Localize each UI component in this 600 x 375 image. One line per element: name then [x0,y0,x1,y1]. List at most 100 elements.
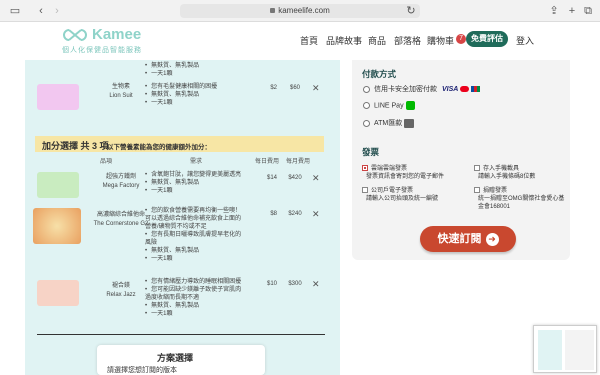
payment-title: 付款方式 [362,69,397,79]
lock-icon [270,8,276,14]
brand-logo[interactable]: Kamee 個人化保健品智能服務 [62,26,152,56]
plan-selection-card[interactable]: 方案選擇 請選擇您想訂閱的版本 [97,345,265,375]
col-header-monthly: 每月費用 [286,159,311,165]
quick-subscribe-button[interactable]: 快速訂閱 ➜ [420,226,516,252]
invoice-label: 存入手機載具 [483,166,520,172]
product-image [37,172,79,198]
need-item: 一天1顆 [145,70,245,78]
daily-price: $8 [270,211,277,217]
need-item: 一天1顆 [145,99,245,107]
monthly-price: $240 [288,211,302,217]
addon-subtitle: 以下營養素能為您的健康額外加分： [107,144,211,151]
url-text: kameelife.com [278,6,330,15]
nav-login[interactable]: 登入 [516,34,534,47]
mastercard-icon [460,85,470,92]
payment-option-credit-card[interactable]: 信用卡安全加密付款 VISA [363,84,481,94]
subscribe-label: 快速訂閱 [437,233,482,245]
radio-button[interactable] [363,85,370,93]
payment-option-atm[interactable]: ATM匯款 [363,118,415,128]
invoice-option-donate[interactable]: 捐贈發票 統一捐贈至OMG關懷社會愛心基金會168001 [474,187,566,211]
need-item: 您的飲食營養需要再均衡一些噢！可以透過綜合維他命補充飲食上面的營養/礦物質不均或… [145,207,243,231]
need-item: 一天1顆 [145,310,243,318]
radio-button[interactable] [363,102,370,109]
payment-label: ATM匯款 [374,120,403,127]
card-logos: VISA [441,85,481,93]
product-image [33,208,81,244]
cart-count-badge: 7 [456,34,467,44]
sidebar-toggle-icon[interactable]: ▭ [8,4,22,18]
nav-cart[interactable]: 購物車 7 [427,34,467,47]
need-item: 無麩質、無乳製品 [145,247,243,255]
invoice-label: 公司戶電子發票 [371,188,414,194]
need-item: 含氧飽甘肽，讓您變得更美麗透亮 [145,171,245,179]
remove-item-icon[interactable]: ✕ [312,83,320,94]
need-item: 您可能因缺少鎂離子致使子宮肌肉過度收縮而長期不適 [145,286,243,302]
daily-price: $10 [266,281,277,287]
brand-tagline: 個人化保健品智能服務 [62,47,142,54]
divider [37,334,325,335]
invoice-checkbox[interactable] [362,165,368,172]
nav-cart-label: 購物車 [427,36,455,46]
need-item: 無麩質、無乳製品 [145,62,245,70]
monthly-price: $420 [288,175,302,181]
invoice-option-company[interactable]: 公司戶電子發票 請輸入公司抬頭及統一編號 [362,187,470,203]
brand-name: Kamee [92,26,142,43]
invoice-title: 發票 [362,147,380,157]
invoice-checkbox[interactable] [474,187,480,194]
nav-brand-story[interactable]: 品牌故事 [326,34,362,47]
reload-icon[interactable]: ↻ [406,4,416,18]
invoice-desc: 請輸入手機條碼8位數 [478,174,536,180]
plan-subtitle: 請選擇您想訂閱的版本 [107,367,177,374]
browser-toolbar: ▭ ‹ › kameelife.com ↻ ⇪ + ⧉ [0,0,600,22]
need-item: 無麩質、無乳製品 [145,91,245,99]
addon-title: 加分選擇 共 3 項 [42,141,109,151]
need-item: 一天1顆 [145,255,243,263]
need-item: 您有毛髮健康相關的困擾 [145,83,245,91]
forward-icon[interactable]: › [52,4,62,18]
payment-label: 信用卡安全加密付款 [374,86,437,93]
remove-item-icon[interactable]: ✕ [312,173,320,184]
invoice-desc: 請輸入公司抬頭及統一編號 [366,196,439,202]
address-bar[interactable]: kameelife.com [180,4,420,18]
remove-item-icon[interactable]: ✕ [312,279,320,290]
product-image [37,280,79,306]
col-header-needs: 需求 [190,159,203,165]
new-tab-icon[interactable]: + [566,4,578,18]
preview-left-panel [538,330,562,370]
arrow-right-icon: ➜ [485,232,499,246]
tabs-overview-icon[interactable]: ⧉ [582,4,594,18]
invoice-desc: 統一捐贈至OMG關懷社會愛心基金會168001 [478,196,565,210]
nav-home[interactable]: 首頁 [300,34,318,47]
invoice-checkbox[interactable] [474,165,480,172]
need-item: 您有長期日曬導致肌膚提早老化的風險 [145,231,243,247]
invoice-checkbox[interactable] [362,187,368,194]
invoice-label: 雲端雲端發票 [371,166,408,172]
col-header-item: 品項 [100,159,113,165]
line-pay-icon [405,101,415,110]
plan-title: 方案選擇 [157,353,194,363]
remove-item-icon[interactable]: ✕ [312,209,320,220]
col-header-daily: 每日費用 [255,159,280,165]
monthly-price: $300 [288,281,302,287]
share-icon[interactable]: ⇪ [548,4,560,18]
nav-products[interactable]: 商品 [368,34,386,47]
nav-blog[interactable]: 部落格 [394,34,421,47]
monthly-price: $60 [289,85,300,91]
kamee-logo-icon [63,29,87,41]
preview-right-panel [565,330,594,370]
payment-option-line-pay[interactable]: LINE Pay [363,101,415,110]
visa-icon: VISA [441,85,459,93]
addon-banner: 加分選擇 共 3 項 以下營養素能為您的健康額外加分： [35,136,324,152]
need-item: 您有情緒壓力導致的睡眠相關困擾 [145,278,243,286]
invoice-option-cloud[interactable]: 雲端雲端發票 發票資訊會寄到您的電子郵件 [362,165,470,181]
back-icon[interactable]: ‹ [36,4,46,18]
invoice-option-mobile[interactable]: 存入手機載具 請輸入手機條碼8位數 [474,165,566,181]
product-image [37,84,79,110]
invoice-label: 捐贈發票 [483,188,508,194]
radio-button[interactable] [363,119,370,127]
daily-price: $14 [266,175,277,181]
payment-label: LINE Pay [374,102,404,110]
need-item: 一天1顆 [145,187,245,195]
free-assessment-button[interactable]: 免費評估 [466,31,508,47]
atm-icon [404,118,415,128]
